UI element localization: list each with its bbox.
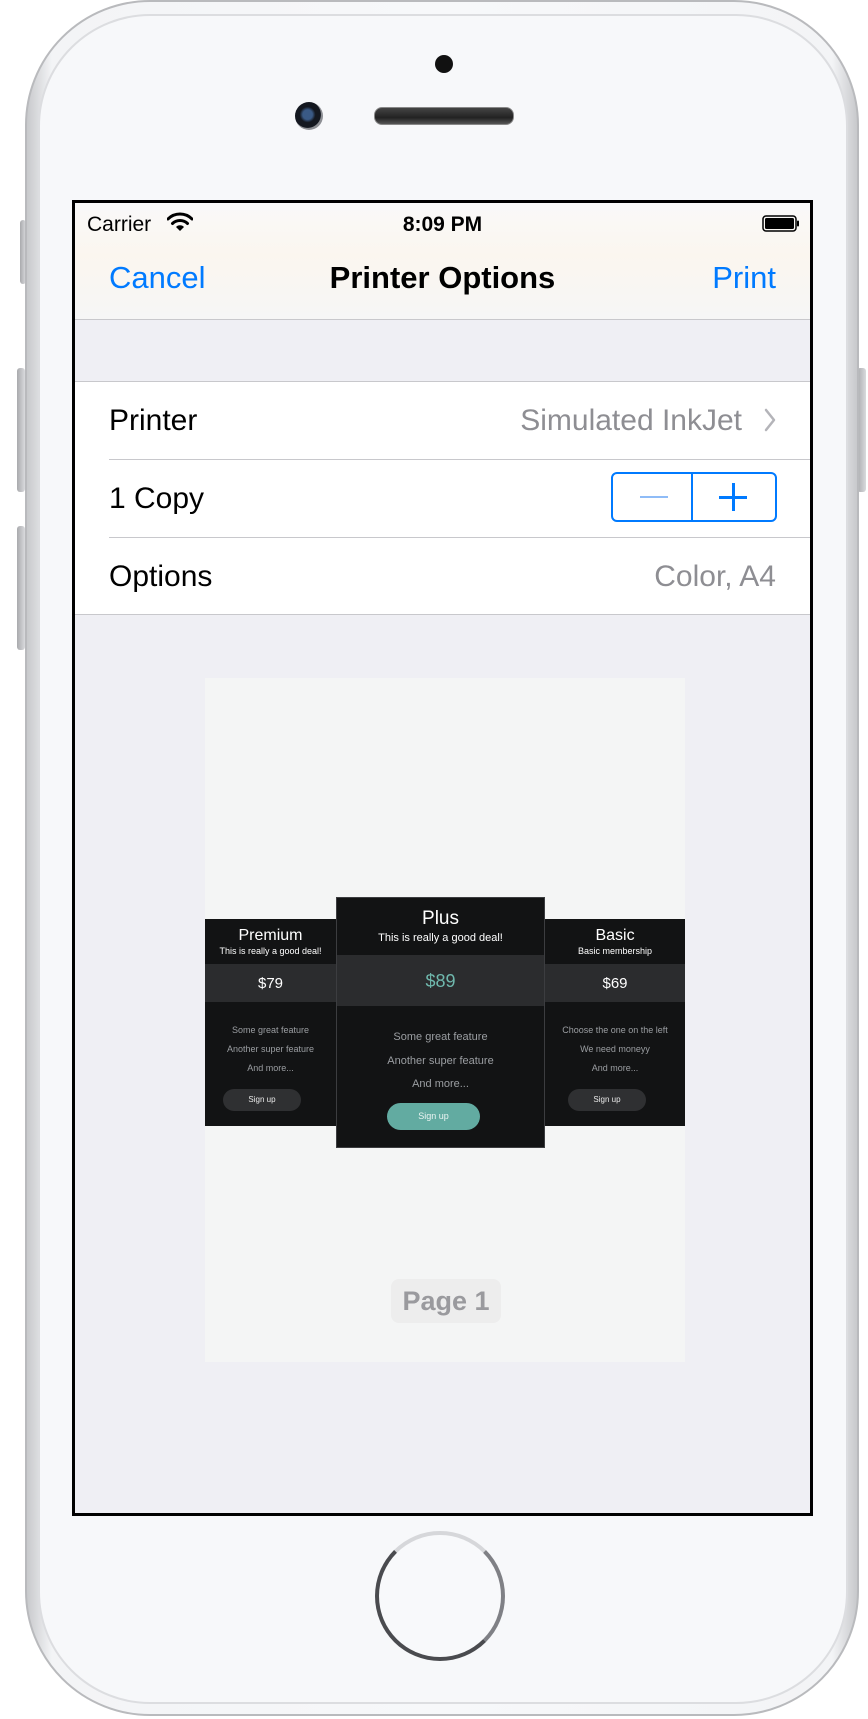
chevron-right-icon xyxy=(764,408,776,432)
page-number-label: Page 1 xyxy=(391,1279,501,1323)
navigation-bar: Carrier 8:09 PM Cancel Printer Options P… xyxy=(75,203,810,320)
options-row[interactable]: Options Color, A4 xyxy=(75,538,810,616)
plan-subtitle: This is really a good deal! xyxy=(378,932,503,944)
plan-name: Basic xyxy=(595,927,635,944)
plan-feature: Some great feature xyxy=(393,1031,488,1043)
plan-feature: And more... xyxy=(247,1063,294,1073)
earpiece-speaker xyxy=(374,107,514,125)
printer-settings-list: Printer Simulated InkJet 1 Copy Options xyxy=(75,381,810,615)
volume-down-button xyxy=(17,526,25,650)
plus-icon-stem xyxy=(732,483,735,511)
printer-row[interactable]: Printer Simulated InkJet xyxy=(75,382,810,460)
copies-row: 1 Copy xyxy=(75,460,810,538)
page-title: Printer Options xyxy=(329,260,556,295)
pricing-card-premium: Premium This is really a good deal! $79 … xyxy=(205,919,336,1126)
signup-button: Sign up xyxy=(568,1089,646,1111)
plan-subtitle: Basic membership xyxy=(577,946,653,956)
printer-value: Simulated InkJet xyxy=(520,404,742,437)
plan-price: $69 xyxy=(602,975,628,992)
minus-icon xyxy=(640,496,668,498)
price-band: $89 xyxy=(337,955,544,1006)
copies-label: 1 Copy xyxy=(109,482,205,515)
signup-button: Sign up xyxy=(387,1103,480,1130)
home-button[interactable] xyxy=(375,1531,505,1661)
status-bar: Carrier 8:09 PM xyxy=(75,203,810,243)
plan-feature: Some great feature xyxy=(231,1025,310,1035)
screen: Carrier 8:09 PM Cancel Printer Options P… xyxy=(72,200,813,1516)
pricing-card-plus: Plus This is really a good deal! $89 Som… xyxy=(336,897,545,1148)
plan-feature: Another super feature xyxy=(387,1055,494,1067)
copies-stepper[interactable] xyxy=(611,472,777,522)
printer-label: Printer xyxy=(109,404,198,437)
decrement-button[interactable] xyxy=(613,474,695,520)
price-band: $79 xyxy=(205,964,336,1002)
plan-feature: And more... xyxy=(591,1063,639,1073)
plan-name: Plus xyxy=(422,908,459,929)
pricing-card-basic: Basic Basic membership $69 Choose the on… xyxy=(545,919,685,1126)
plan-feature: And more... xyxy=(412,1078,469,1090)
plan-price: $79 xyxy=(257,975,284,992)
increment-button[interactable] xyxy=(691,474,775,520)
options-label: Options xyxy=(109,560,213,593)
price-band: $69 xyxy=(545,964,685,1002)
proximity-sensor xyxy=(435,55,453,73)
battery-icon xyxy=(762,215,799,232)
status-time: 8:09 PM xyxy=(402,213,483,236)
plan-feature: Another super feature xyxy=(226,1044,315,1054)
plan-feature: Choose the one on the left xyxy=(562,1025,668,1035)
plan-name: Premium xyxy=(238,927,303,944)
print-button[interactable]: Print xyxy=(712,260,776,296)
plan-price: $89 xyxy=(425,971,456,991)
signup-button: Sign up xyxy=(223,1089,301,1111)
plan-feature: We need moneyy xyxy=(580,1044,650,1054)
volume-up-button xyxy=(17,368,25,492)
print-preview-page[interactable]: Premium This is really a good deal! $79 … xyxy=(205,678,685,1362)
plan-subtitle: This is really a good deal! xyxy=(219,946,322,956)
options-value: Color, A4 xyxy=(654,560,776,593)
front-camera xyxy=(295,102,323,130)
